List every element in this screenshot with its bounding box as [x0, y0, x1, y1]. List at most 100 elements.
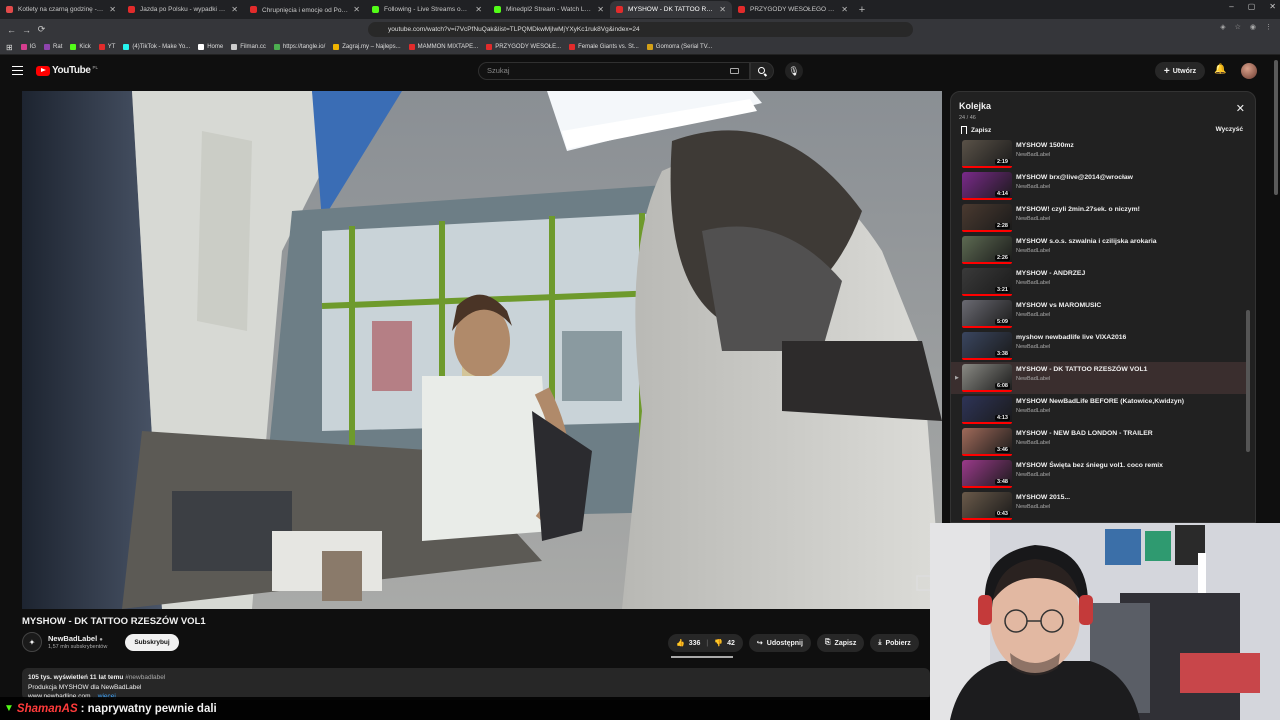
notifications-bell-icon[interactable]: 🔔 — [1214, 64, 1226, 75]
url-field[interactable]: youtube.com/watch?v=i7VcPfNuQak&list=TLP… — [368, 22, 913, 37]
webcam-overlay — [930, 523, 1280, 720]
queue-item[interactable]: 2:28 MYSHOW! czyli 2min.27sek. o niczym! N… — [951, 202, 1247, 234]
tab-close-icon[interactable]: ✕ — [353, 5, 360, 14]
hashtag[interactable]: #newbadlabel — [125, 674, 165, 681]
browser-tab[interactable]: Minedpl2 Stream - Watch Live on Ki ✕ — [488, 1, 610, 18]
bookmark-item[interactable]: (4)TikTok - Make Yo... — [123, 44, 190, 50]
channel-avatar[interactable]: ✦ — [22, 632, 42, 652]
minimize-icon[interactable]: – — [1229, 2, 1233, 11]
queue-item-channel: NewBadLabel — [1016, 408, 1051, 414]
hamburger-menu-icon[interactable] — [12, 66, 23, 75]
bookmark-item[interactable]: Zagraj.my – Najleps... — [333, 44, 401, 50]
bookmark-item[interactable]: Filman.cc — [231, 44, 266, 50]
description-box[interactable]: 105 tys. wyświetleń 11 lat temu #newbadl… — [22, 668, 930, 700]
page-scrollbar[interactable] — [1274, 60, 1278, 195]
tab-favicon-icon — [616, 6, 623, 13]
bookmark-star-icon[interactable]: ☆ — [1235, 23, 1241, 31]
tab-close-icon[interactable]: ✕ — [841, 5, 848, 14]
youtube-logo[interactable]: YouTube PL — [36, 65, 98, 76]
description-text: Produkcja MYSHOW dla NewBadLabel — [28, 683, 142, 691]
bookmark-item[interactable]: Rat — [44, 44, 62, 50]
keyboard-icon[interactable] — [730, 68, 739, 74]
bookmark-favicon-icon — [44, 44, 51, 50]
bookmark-item[interactable]: Gomorra (Serial TV... — [646, 44, 712, 50]
queue-item[interactable]: ▶ 6:08 MYSHOW - DK TATTOO RZESZÓW VOL1 NewB… — [951, 362, 1247, 394]
queue-item[interactable]: 0:43 MYSHOW 2015... NewBadLabel — [951, 490, 1247, 522]
queue-item-channel: NewBadLabel — [1016, 152, 1051, 158]
new-tab-icon[interactable]: + — [854, 4, 870, 16]
subscribe-button[interactable]: Subskrybuj — [125, 633, 179, 651]
close-icon[interactable]: ✕ — [1236, 102, 1245, 115]
close-window-icon[interactable]: ✕ — [1269, 2, 1276, 11]
channel-name[interactable]: NewBadLabel ● — [48, 634, 107, 643]
queue-item[interactable]: 3:21 MYSHOW - ANDRZEJ NewBadLabel — [951, 266, 1247, 298]
bookmark-label: MAMMON MIXTAPE... — [417, 44, 479, 50]
duration-badge: 5:09 — [994, 319, 1010, 325]
bookmark-item[interactable]: Home — [198, 44, 223, 50]
search-button[interactable] — [750, 62, 774, 80]
queue-item[interactable]: 3:38 myshow newbadlife live VIXA2016 NewBa… — [951, 330, 1247, 362]
tab-close-icon[interactable]: ✕ — [475, 5, 482, 14]
bookmark-item[interactable]: IG — [20, 44, 37, 50]
queue-panel: Kolejka 24 / 46 ✕ 2:19 MYSHOW 1500mz NewBa… — [950, 91, 1256, 523]
profile-icon[interactable]: ◉ — [1250, 23, 1256, 31]
maximize-icon[interactable]: ▢ — [1248, 2, 1256, 11]
tab-close-icon[interactable]: ✕ — [231, 5, 238, 14]
browser-tab[interactable]: Chrupnięcia i emocje od Poliny 😊 ✕ — [244, 1, 366, 18]
browser-tab[interactable]: Kotlety na czarną godzinę - mogą st ✕ — [0, 1, 122, 18]
duration-badge: 3:21 — [994, 287, 1010, 293]
forward-icon[interactable]: → — [19, 25, 34, 35]
menu-icon[interactable]: ⋮ — [1265, 23, 1272, 31]
watched-progress — [962, 326, 1012, 328]
queue-item[interactable]: 3:46 MYSHOW - NEW BAD LONDON - TRAILER New… — [951, 426, 1247, 458]
bookmark-item[interactable]: PRZYGODY WESOŁE... — [486, 44, 561, 50]
back-icon[interactable]: ← — [4, 25, 19, 35]
save-label: Zapisz — [834, 639, 857, 647]
video-player[interactable] — [22, 91, 942, 609]
avatar[interactable] — [1241, 63, 1257, 79]
thumb-down-icon[interactable]: 👎 — [714, 639, 723, 647]
save-button[interactable]: ⎘ Zapisz — [816, 634, 865, 652]
mic-icon[interactable]: 🎙 — [785, 62, 803, 80]
chat-message: : naprywatny pewnie dali — [80, 702, 217, 715]
queue-item[interactable]: 5:09 MYSHOW vs MAROMUSIC NewBadLabel — [951, 298, 1247, 330]
extension-icon[interactable]: ◈ — [1220, 23, 1225, 31]
download-button[interactable]: ⤓ Pobierz — [870, 634, 919, 652]
bookmark-label: IG — [29, 44, 37, 50]
browser-tab[interactable]: Following - Live Streams on Kick ✕ — [366, 1, 488, 18]
queue-count: 24 / 46 — [959, 115, 976, 121]
reload-icon[interactable]: ⟳ — [34, 24, 49, 35]
queue-item[interactable]: 2:19 MYSHOW 1500mz NewBadLabel — [951, 138, 1247, 170]
queue-save-button[interactable]: Zapisz — [961, 124, 992, 136]
queue-scrollbar[interactable] — [1246, 310, 1250, 452]
tab-close-icon[interactable]: ✕ — [719, 5, 726, 14]
duration-badge: 3:46 — [994, 447, 1010, 453]
search-input[interactable]: Szukaj — [478, 62, 750, 80]
bookmark-favicon-icon — [198, 44, 205, 50]
queue-item-title: MYSHOW Święta bez śniegu vol1. coco remi… — [1016, 462, 1163, 469]
watched-progress — [962, 390, 1012, 392]
browser-tab[interactable]: PRZYGODY WESOŁEGO MAZURA w ✕ — [732, 1, 854, 18]
bookmark-label: PRZYGODY WESOŁE... — [495, 44, 562, 50]
browser-tab[interactable]: MYSHOW - DK TATTOO RZES ✕ — [610, 1, 732, 18]
bookmark-item[interactable]: Female Giants vs. St... — [569, 44, 639, 50]
queue-item[interactable]: 2:26 MYSHOW s.o.s. szwalnia i czilijska a… — [951, 234, 1247, 266]
create-button[interactable]: + Utwórz — [1155, 62, 1205, 80]
bookmark-item[interactable]: MAMMON MIXTAPE... — [408, 44, 479, 50]
bookmark-item[interactable]: YT — [98, 44, 115, 50]
like-button[interactable]: 👍 336 | 👎 42 — [668, 634, 743, 652]
queue-item[interactable]: 4:13 MYSHOW NewBadLife BEFORE (Katowice,K… — [951, 394, 1247, 426]
apps-grid-icon[interactable]: ⊞ — [6, 43, 13, 52]
queue-clear-button[interactable]: Wyczyść — [1216, 126, 1243, 133]
browser-tab[interactable]: Jazda po Polsku - wypadki i kolizje o ✕ — [122, 1, 244, 18]
bookmark-item[interactable]: Kick — [70, 44, 91, 50]
bookmark-item[interactable]: https://tangle.io/ — [273, 44, 325, 50]
tab-close-icon[interactable]: ✕ — [109, 5, 116, 14]
queue-item-title: myshow newbadlife live VIXA2016 — [1016, 334, 1127, 341]
share-button[interactable]: ↪ Udostępnij — [748, 634, 811, 652]
tab-close-icon[interactable]: ✕ — [597, 5, 604, 14]
queue-item-info: MYSHOW 1500mz NewBadLabel — [1016, 142, 1074, 158]
tab-favicon-icon — [738, 6, 745, 13]
queue-item[interactable]: 3:48 MYSHOW Święta bez śniegu vol1. coco … — [951, 458, 1247, 490]
queue-item[interactable]: 4:14 MYSHOW brx@live@2014@wrocław NewBadLa… — [951, 170, 1247, 202]
